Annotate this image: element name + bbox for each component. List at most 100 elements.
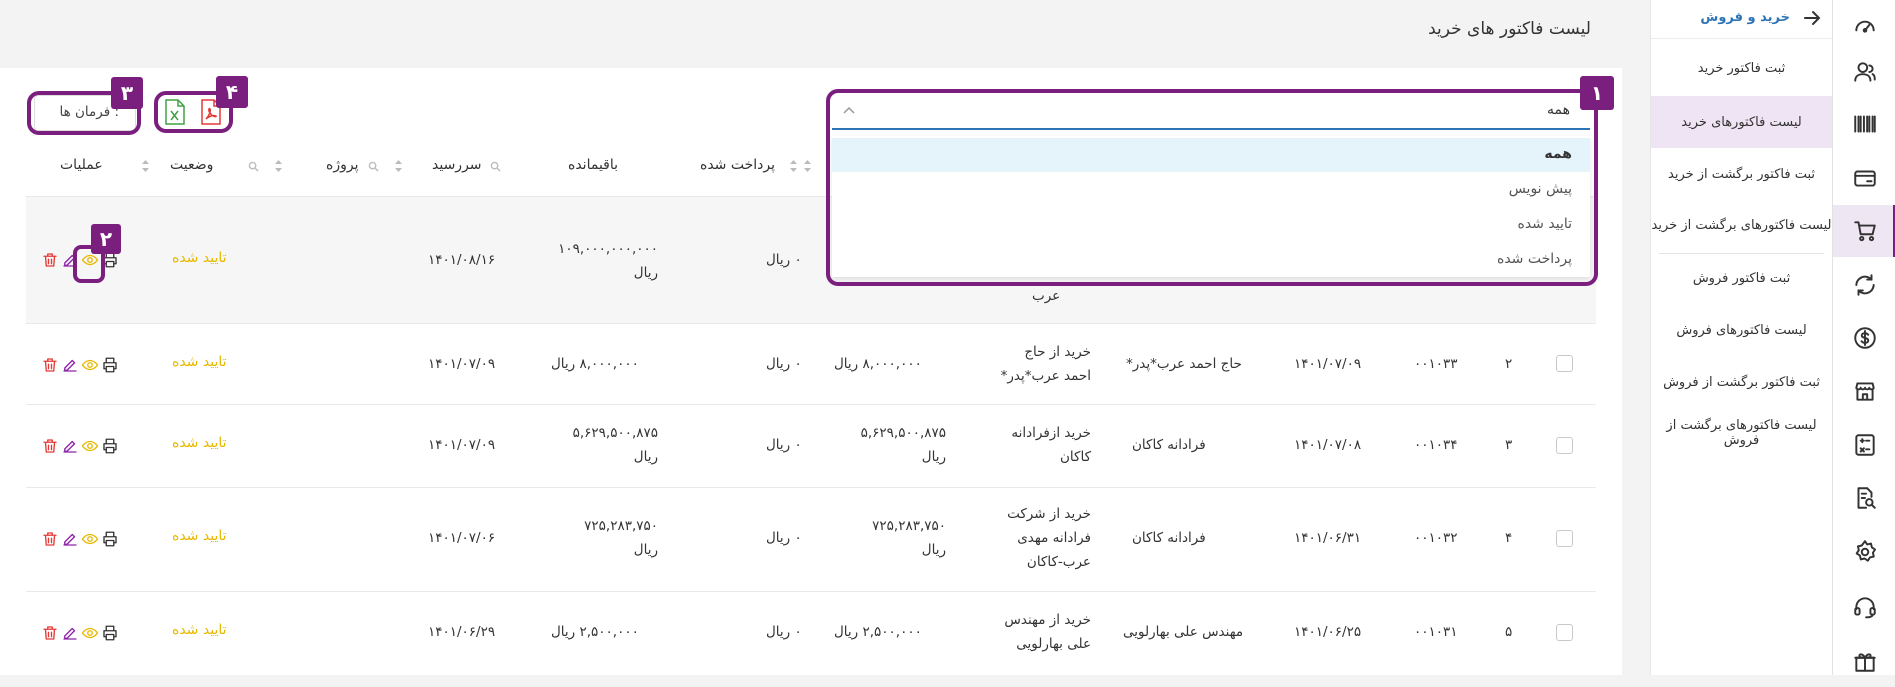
status-badge: تایید شده — [172, 250, 227, 266]
eye-icon — [81, 440, 99, 452]
due-date-cell: ۱۴۰۱/۰۷/۰۶ — [428, 530, 496, 546]
column-header-due-date: سررسید — [432, 157, 482, 173]
code-cell: ۰۰۱۰۳۲ — [1414, 530, 1458, 546]
submenu-header: خرید و فروش — [1651, 0, 1832, 39]
search-icon[interactable] — [368, 161, 379, 172]
callout-badge-1: ۱ — [1580, 76, 1614, 110]
column-header-project: پروژه — [326, 157, 359, 173]
arrow-right-icon[interactable] — [1800, 6, 1824, 30]
cart-icon — [1853, 221, 1876, 242]
amount-cell: ۷۲۵,۲۸۳,۷۵۰ ریال — [872, 518, 946, 558]
paid-cell: ۰ ریال — [766, 530, 802, 546]
print-button[interactable] — [101, 356, 119, 374]
view-button[interactable] — [81, 624, 99, 642]
search-icon[interactable] — [248, 161, 259, 172]
pencil-icon — [63, 627, 77, 640]
print-button[interactable] — [101, 624, 119, 642]
dashboard-icon — [1854, 20, 1875, 33]
rail-item-store[interactable] — [1833, 365, 1895, 417]
delete-button[interactable] — [41, 251, 59, 269]
rail-item-card[interactable] — [1833, 152, 1895, 204]
remaining-cell: ۵,۶۲۹,۵۰۰,۸۷۵ ریال — [572, 425, 658, 465]
delete-button[interactable] — [41, 624, 59, 642]
print-button[interactable] — [101, 437, 119, 455]
view-button[interactable] — [81, 530, 99, 548]
delete-button[interactable] — [41, 356, 59, 374]
submenu-item-sale-return-list[interactable]: لیست فاکتورهای برگشت از فروش — [1651, 407, 1832, 459]
row-checkbox[interactable] — [1556, 530, 1573, 547]
store-icon — [1854, 382, 1875, 401]
delete-button[interactable] — [41, 530, 59, 548]
rail-item-sync[interactable] — [1833, 259, 1895, 311]
column-header-actions: عملیات — [60, 157, 103, 173]
paid-cell: ۰ ریال — [766, 437, 802, 453]
printer-icon — [103, 531, 117, 547]
edit-button[interactable] — [61, 356, 79, 374]
submenu-item-register-sale-return[interactable]: ثبت فاکتور برگشت از فروش — [1651, 356, 1832, 408]
sort-icon[interactable] — [274, 159, 283, 173]
submenu-item-purchase-list[interactable]: لیست فاکتورهای خرید — [1651, 96, 1832, 148]
rail-item-support[interactable] — [1833, 581, 1895, 633]
submenu: خرید و فروش ثبت فاکتور خرید لیست فاکتوره… — [1650, 0, 1832, 675]
due-date-cell: ۱۴۰۱/۰۶/۲۹ — [428, 624, 496, 640]
row-checkbox[interactable] — [1556, 624, 1573, 641]
sort-icon[interactable] — [803, 159, 812, 173]
paid-cell: ۰ ریال — [766, 624, 802, 640]
trash-icon — [43, 439, 57, 453]
code-cell: ۰۰۱۰۳۱ — [1414, 624, 1458, 640]
printer-icon — [103, 438, 117, 454]
sort-icon[interactable] — [394, 159, 403, 173]
submenu-item-register-sale[interactable]: ثبت فاکتور فروش — [1651, 252, 1832, 304]
rail-item-cart[interactable] — [1833, 205, 1895, 257]
view-button[interactable] — [81, 437, 99, 455]
row-checkbox[interactable] — [1556, 355, 1573, 372]
description-cell: خرید از حاج احمد عرب*پدر* — [1000, 344, 1091, 384]
rail-item-users[interactable] — [1833, 46, 1895, 98]
row-number-cell: ۲ — [1505, 356, 1513, 372]
delete-button[interactable] — [41, 437, 59, 455]
eye-icon — [81, 359, 99, 371]
rail-item-dollar[interactable] — [1833, 312, 1895, 364]
code-cell: ۰۰۱۰۳۳ — [1414, 356, 1458, 372]
submenu-item-register-purchase-return[interactable]: ثبت فاکتور برگشت از خرید — [1651, 148, 1832, 200]
status-badge: تایید شده — [172, 354, 227, 370]
search-icon[interactable] — [490, 161, 501, 172]
table-row[interactable]: ۲ ۰۰۱۰۳۳ ۱۴۰۱/۰۷/۰۹ حاج احمد عرب*پدر* خر… — [26, 324, 1596, 404]
rail-item-calculator[interactable] — [1833, 419, 1895, 471]
submenu-item-register-purchase[interactable]: ثبت فاکتور خرید — [1651, 42, 1832, 94]
trash-icon — [43, 358, 57, 372]
submenu-item-sales-list[interactable]: لیست فاکتورهای فروش — [1651, 304, 1832, 356]
sort-icon[interactable] — [789, 159, 798, 173]
row-checkbox[interactable] — [1556, 437, 1573, 454]
rail-item-dashboard[interactable] — [1833, 0, 1895, 52]
trash-icon — [43, 626, 57, 640]
submenu-item-purchase-return-list[interactable]: لیست فاکتورهای برگشت از خرید — [1651, 199, 1832, 251]
edit-button[interactable] — [61, 624, 79, 642]
sort-icon[interactable] — [141, 159, 150, 173]
callout-badge-3: ۳ — [111, 77, 143, 109]
icon-rail — [1832, 0, 1895, 675]
description-cell: عرب — [1032, 288, 1061, 304]
view-button[interactable] — [81, 356, 99, 374]
amount-cell: ۵,۶۲۹,۵۰۰,۸۷۵ ریال — [860, 425, 946, 465]
edit-button[interactable] — [61, 437, 79, 455]
printer-icon — [103, 625, 117, 641]
table-row[interactable]: ۴ ۰۰۱۰۳۲ ۱۴۰۱/۰۶/۳۱ فرادانه کاکان خرید ا… — [26, 488, 1596, 591]
table-row[interactable]: ۳ ۰۰۱۰۳۴ ۱۴۰۱/۰۷/۰۸ فرادانه کاکان خرید ا… — [26, 405, 1596, 487]
date-cell: ۱۴۰۱/۰۶/۲۵ — [1294, 624, 1362, 640]
print-button[interactable] — [101, 530, 119, 548]
support-icon — [1853, 597, 1876, 619]
rail-item-barcode[interactable] — [1833, 98, 1895, 150]
rail-item-settings[interactable] — [1833, 526, 1895, 578]
remaining-cell: ۱۰۹,۰۰۰,۰۰۰,۰۰۰ ریال — [558, 241, 658, 281]
report-search-icon — [1857, 487, 1876, 509]
rail-item-report[interactable] — [1833, 472, 1895, 524]
trash-icon — [43, 253, 57, 267]
rail-item-gift[interactable] — [1833, 635, 1895, 687]
row-number-cell: ۳ — [1505, 437, 1513, 453]
table-row[interactable]: ۵ ۰۰۱۰۳۱ ۱۴۰۱/۰۶/۲۵ مهندس علی بهارلویی خ… — [26, 592, 1596, 672]
edit-button[interactable] — [61, 530, 79, 548]
date-cell: ۱۴۰۱/۰۶/۳۱ — [1294, 530, 1362, 546]
eye-icon — [81, 627, 99, 639]
supplier-cell: حاج احمد عرب*پدر* — [1126, 356, 1242, 372]
